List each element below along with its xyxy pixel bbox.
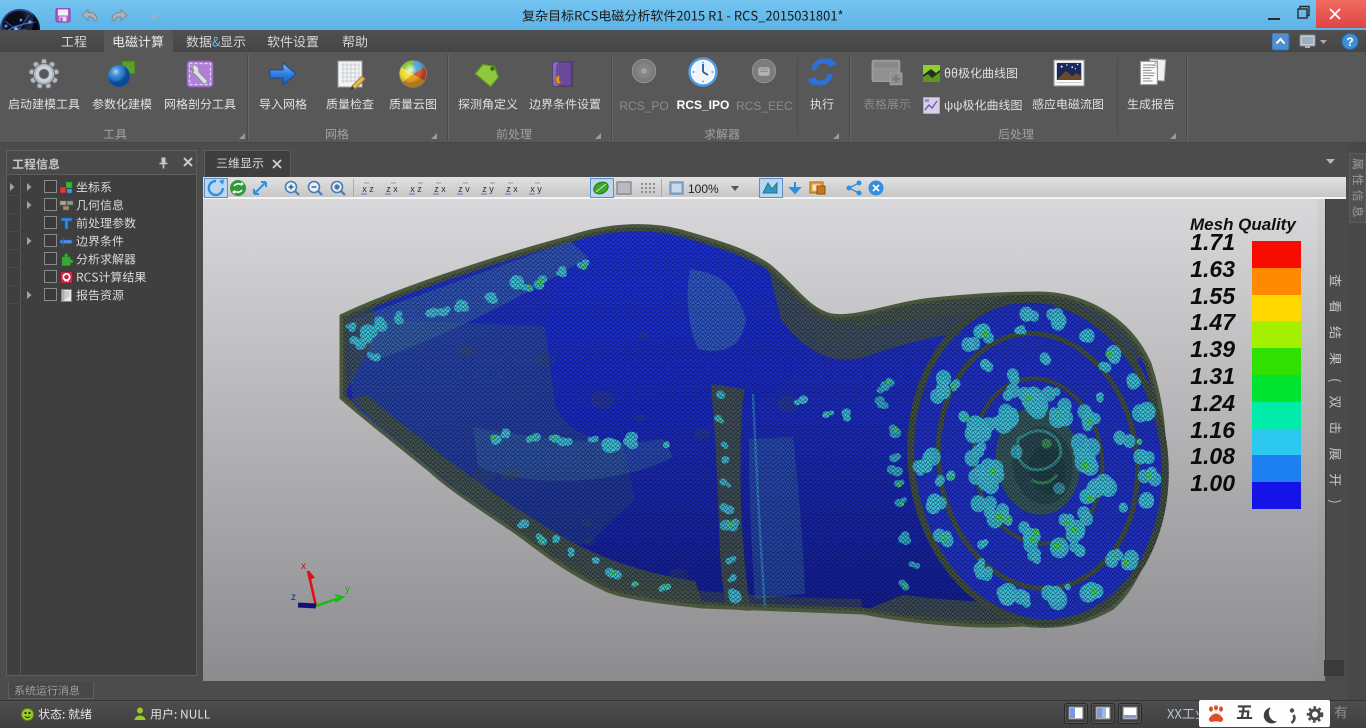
- svg-text:?: ?: [1346, 35, 1353, 49]
- svg-text:y: y: [345, 584, 350, 595]
- svg-text:x y: x y: [530, 184, 542, 194]
- svg-text:z x: z x: [386, 184, 398, 194]
- svg-text:z y: z y: [482, 184, 494, 194]
- svg-text:x z: x z: [410, 184, 422, 194]
- svg-text:z: z: [291, 592, 296, 603]
- svg-text:x z: x z: [362, 184, 374, 194]
- svg-text:z x: z x: [434, 184, 446, 194]
- svg-text:z x: z x: [506, 184, 518, 194]
- svg-text:x: x: [301, 561, 306, 572]
- svg-text:z v: z v: [458, 184, 470, 194]
